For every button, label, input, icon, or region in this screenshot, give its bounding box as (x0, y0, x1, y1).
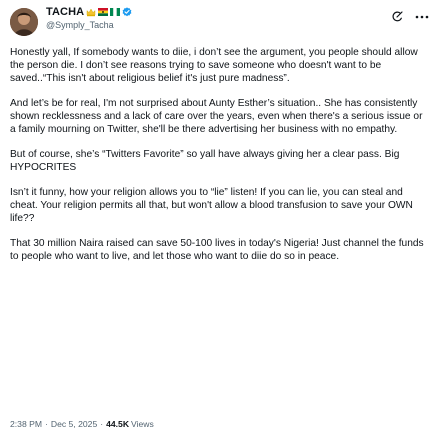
nigeria-flag-icon (110, 8, 121, 17)
tweet-time[interactable]: 2:38 PM (10, 419, 42, 429)
views-count[interactable]: 44.5K (106, 419, 129, 429)
ghana-flag-icon (98, 8, 109, 17)
author-handle[interactable]: @Symply_Tacha (46, 20, 391, 30)
author-name-row: TACHA (46, 6, 391, 19)
tweet-card: TACHA @Symply_Tacha Honestly yall, If so… (0, 0, 439, 439)
tweet-date[interactable]: Dec 5, 2025 (51, 419, 97, 429)
more-icon[interactable] (415, 15, 429, 19)
tweet-body: Honestly yall, If somebody wants to diie… (10, 46, 429, 263)
verified-badge-icon (122, 7, 132, 17)
author-names: TACHA @Symply_Tacha (46, 6, 391, 30)
tweet-header: TACHA @Symply_Tacha (10, 6, 429, 40)
views-label: Views (131, 419, 154, 429)
tweet-paragraph: Honestly yall, If somebody wants to diie… (10, 47, 418, 84)
tweet-meta: 2:38 PM · Dec 5, 2025 · 44.5K Views (10, 419, 154, 429)
header-actions (391, 11, 429, 23)
grok-icon[interactable] (391, 11, 403, 23)
tweet-paragraph: That 30 million Naira raised can save 50… (10, 238, 424, 262)
crown-icon (86, 8, 96, 17)
meta-separator: · (100, 419, 104, 429)
author-name[interactable]: TACHA (46, 6, 84, 19)
tweet-paragraph: Isn’t it funny, how your religion allows… (10, 187, 413, 224)
tweet-paragraph: And let’s be for real, I'm not surprised… (10, 98, 423, 135)
avatar[interactable] (10, 8, 38, 36)
meta-separator: · (45, 419, 48, 429)
tweet-paragraph: But of course, she’s “Twitters Favorite”… (10, 149, 400, 173)
